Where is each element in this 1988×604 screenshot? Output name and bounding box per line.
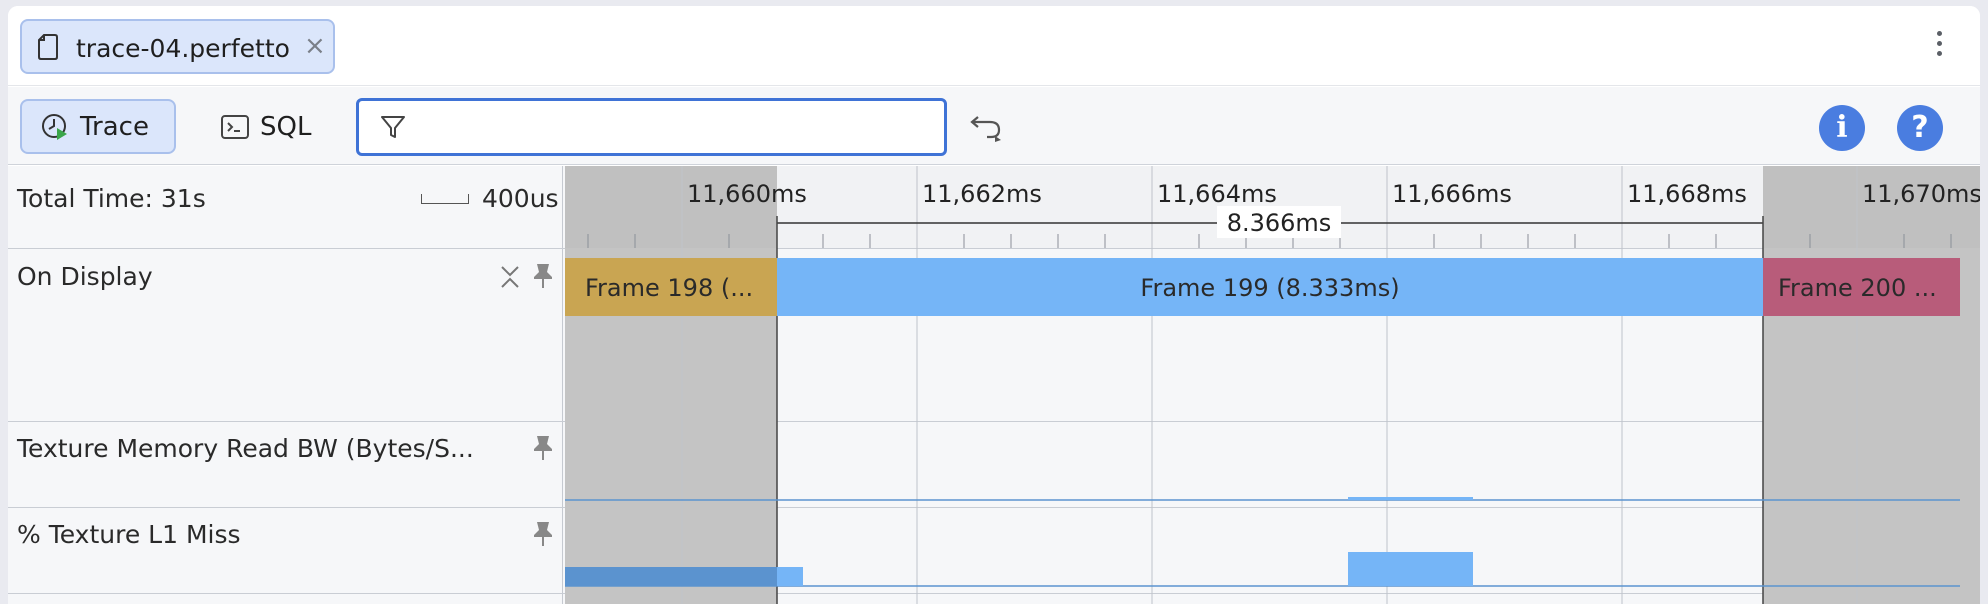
tab-trace-file[interactable]: trace-04.perfetto × xyxy=(20,19,335,74)
trace-viewer-window: trace-04.perfetto × Trace SQL i ? Total … xyxy=(8,6,1980,604)
selection-duration: 8.366ms xyxy=(1227,209,1332,237)
toolbar: Trace SQL i ? xyxy=(8,87,1980,165)
scale-label: 400us xyxy=(482,184,559,213)
sql-button[interactable]: SQL xyxy=(202,99,312,154)
counter-bar[interactable] xyxy=(1348,497,1473,500)
tick-label: 11,668ms xyxy=(1627,180,1747,208)
scale-bar xyxy=(421,194,469,204)
tick-label: 11,666ms xyxy=(1392,180,1512,208)
track-label-texture-read-bw: Texture Memory Read BW (Bytes/S... xyxy=(17,434,474,463)
tab-title: trace-04.perfetto xyxy=(76,34,290,63)
close-icon[interactable]: × xyxy=(304,31,326,61)
counter-bar[interactable] xyxy=(565,567,777,586)
track-label-on-display: On Display xyxy=(17,262,153,291)
terminal-icon xyxy=(220,114,250,140)
undo-icon[interactable] xyxy=(968,109,1004,147)
counter-bar[interactable] xyxy=(1348,552,1473,586)
total-time-label: Total Time: 31s xyxy=(17,184,206,213)
filter-field[interactable] xyxy=(356,98,947,156)
track-labels-column: Total Time: 31s 400us On Display Texture… xyxy=(8,166,563,604)
filter-input[interactable] xyxy=(419,107,929,145)
file-icon xyxy=(38,34,58,64)
frame-slice-label: Frame 199 (8.333ms) xyxy=(1140,274,1399,302)
track-area[interactable]: 11,660ms 11,662ms 11,664ms 11,666ms 11,6… xyxy=(565,166,1980,604)
trace-button[interactable]: Trace xyxy=(20,99,176,154)
frame-slice-label: Frame 200 ... xyxy=(1778,274,1937,302)
timeline-panel: Total Time: 31s 400us On Display Texture… xyxy=(8,166,1980,604)
track-label-texture-l1-miss: % Texture L1 Miss xyxy=(17,520,241,549)
pin-icon[interactable] xyxy=(532,262,554,294)
tick-label: 11,670ms xyxy=(1862,180,1980,208)
filter-icon xyxy=(379,113,407,145)
counter-bar[interactable] xyxy=(777,567,803,586)
frame-slice-label: Frame 198 (... xyxy=(585,274,753,302)
trace-clock-icon xyxy=(40,112,70,142)
more-options-icon[interactable] xyxy=(1932,31,1946,65)
tick-label: 11,662ms xyxy=(922,180,1042,208)
tick-label: 11,660ms xyxy=(687,180,807,208)
info-icon[interactable]: i xyxy=(1819,105,1865,151)
sql-button-label: SQL xyxy=(260,111,312,142)
timeline-canvas[interactable]: 11,660ms 11,662ms 11,664ms 11,666ms 11,6… xyxy=(565,166,1980,604)
tab-strip: trace-04.perfetto × xyxy=(8,6,1980,86)
tick-label: 11,664ms xyxy=(1157,180,1277,208)
pin-icon[interactable] xyxy=(532,520,554,552)
trace-button-label: Trace xyxy=(80,111,149,142)
collapse-icon[interactable] xyxy=(499,264,521,294)
help-icon[interactable]: ? xyxy=(1897,105,1943,151)
pin-icon[interactable] xyxy=(532,434,554,466)
